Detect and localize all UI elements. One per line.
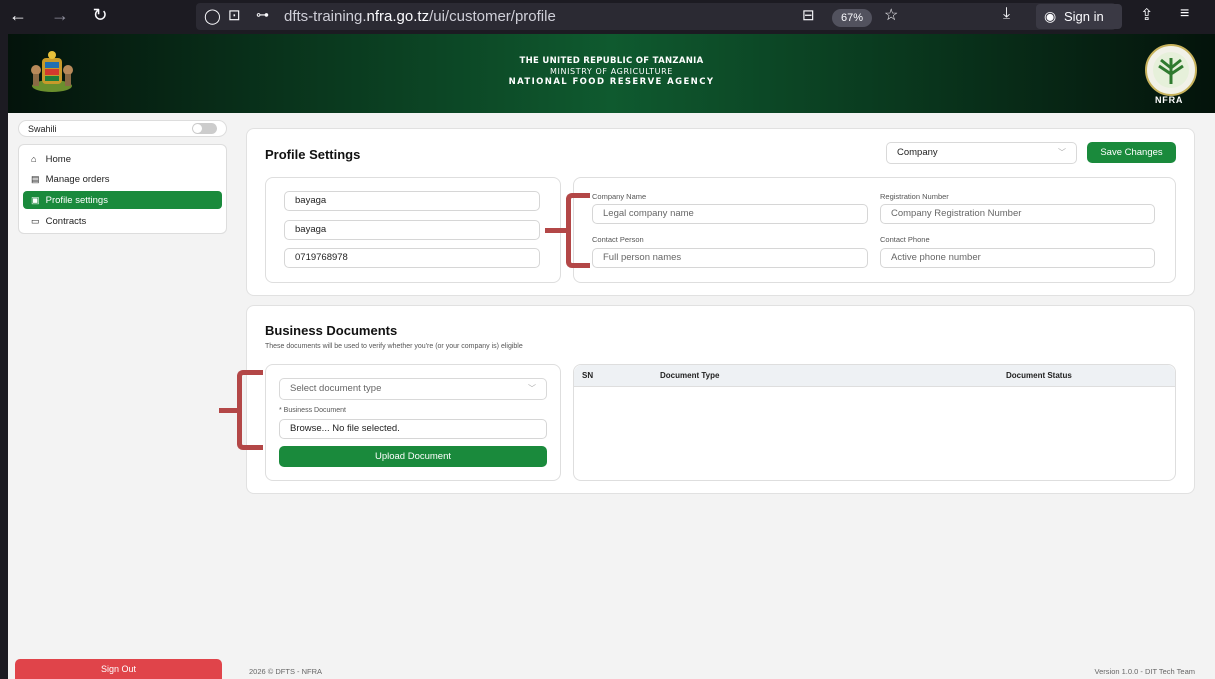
column-document-type: Document Type xyxy=(660,371,720,380)
save-changes-button[interactable]: Save Changes xyxy=(1087,142,1176,163)
column-sn: SN xyxy=(582,371,594,380)
chevron-down-icon: ﹀ xyxy=(1058,148,1066,157)
app-header: THE UNITED REPUBLIC OF TANZANIA MINISTRY… xyxy=(8,34,1215,113)
page-title: Profile Settings xyxy=(265,147,361,162)
upload-panel: Select document type ﹀ * Business Docume… xyxy=(265,364,561,481)
sidebar-item-label: Home xyxy=(45,154,71,165)
registration-number-field[interactable]: Company Registration Number xyxy=(880,204,1155,224)
reader-view-icon[interactable]: ⊟ xyxy=(802,6,815,24)
registration-number-label: Registration Number xyxy=(880,192,949,201)
profile-settings-card: Profile Settings Company ﹀ Save Changes … xyxy=(246,128,1195,296)
sidebar-item-manage-orders[interactable]: ▤ Manage orders xyxy=(23,170,222,188)
column-document-status: Document Status xyxy=(1006,371,1072,380)
personal-info-panel: bayaga bayaga 0719768978 xyxy=(265,177,561,283)
zoom-badge[interactable]: 67% xyxy=(832,9,872,27)
documents-table: SN Document Type Document Status xyxy=(573,364,1176,481)
home-icon: ⌂ xyxy=(31,154,37,164)
company-info-panel: Company Name Legal company name Registra… xyxy=(573,177,1176,283)
table-header: SN Document Type Document Status xyxy=(574,365,1175,387)
shield-icon[interactable]: ◯ xyxy=(204,7,221,25)
language-toggle[interactable]: Swahili xyxy=(18,120,227,137)
company-name-label: Company Name xyxy=(592,192,647,201)
account-type-value: Company xyxy=(897,147,938,158)
download-icon[interactable]: ⤓ xyxy=(1003,5,1010,23)
forward-arrow-icon[interactable]: → xyxy=(50,5,70,26)
last-name-field[interactable]: bayaga xyxy=(284,220,540,240)
file-input[interactable]: Browse... No file selected. xyxy=(279,419,547,439)
business-document-label: * Business Document xyxy=(279,407,346,414)
sign-in-button[interactable]: ◉ Sign in xyxy=(1036,4,1122,29)
sidebar-nav: ⌂ Home ▤ Manage orders ▣ Profile setting… xyxy=(18,144,227,234)
annotation-bracket-tick xyxy=(545,228,567,233)
browser-toolbar: ← → ↻ ◯ ⊡ ⊶ dfts-training.nfra.go.tz/ui/… xyxy=(0,0,1215,34)
lock-icon[interactable]: ⊡ xyxy=(228,6,241,24)
permissions-icon[interactable]: ⊶ xyxy=(256,7,269,23)
section-title: Business Documents xyxy=(265,323,398,338)
ministry-name: MINISTRY OF AGRICULTURE xyxy=(550,67,673,76)
account-type-select[interactable]: Company ﹀ xyxy=(886,142,1077,164)
sign-out-button[interactable]: Sign Out xyxy=(15,659,222,679)
contact-phone-field[interactable]: Active phone number xyxy=(880,248,1155,268)
nfra-logo-label: NFRA xyxy=(1155,95,1184,105)
sidebar-item-contracts[interactable]: ▭ Contracts xyxy=(23,212,222,230)
country-name: THE UNITED REPUBLIC OF TANZANIA xyxy=(519,56,704,66)
menu-icon[interactable]: ≡ xyxy=(1180,5,1189,23)
phone-field[interactable]: 0719768978 xyxy=(284,248,540,268)
agency-name: NATIONAL FOOD RESERVE AGENCY xyxy=(508,77,715,87)
business-documents-card: Business Documents These documents will … xyxy=(246,305,1195,494)
window-edge xyxy=(0,34,8,679)
upload-document-button[interactable]: Upload Document xyxy=(279,446,547,467)
sidebar-item-label: Manage orders xyxy=(45,174,110,185)
sidebar-item-profile-settings[interactable]: ▣ Profile settings xyxy=(23,191,222,209)
contact-phone-label: Contact Phone xyxy=(880,235,930,244)
account-icon: ◉ xyxy=(1044,8,1057,24)
footer-copyright: 2026 © DFTS - NFRA xyxy=(249,667,323,676)
profile-icon: ▣ xyxy=(31,195,40,205)
reload-icon[interactable]: ↻ xyxy=(90,5,110,26)
orders-icon: ▤ xyxy=(31,174,40,184)
agency-title: THE UNITED REPUBLIC OF TANZANIA MINISTRY… xyxy=(8,56,1215,87)
company-name-field[interactable]: Legal company name xyxy=(592,204,868,224)
language-label: Swahili xyxy=(28,124,57,134)
first-name-field[interactable]: bayaga xyxy=(284,191,540,211)
section-subtitle: These documents will be used to verify w… xyxy=(265,343,523,350)
sign-in-label: Sign in xyxy=(1064,9,1104,24)
sidebar-item-label: Contracts xyxy=(45,216,87,227)
sidebar-item-label: Profile settings xyxy=(45,195,108,206)
url-text[interactable]: dfts-training.nfra.go.tz/ui/customer/pro… xyxy=(284,8,556,25)
footer-version: Version 1.0.0 - DIT Tech Team xyxy=(1094,667,1195,676)
bookmark-star-icon[interactable]: ☆ xyxy=(884,5,898,25)
annotation-bracket xyxy=(566,193,590,268)
contracts-icon: ▭ xyxy=(31,216,40,226)
contact-person-label: Contact Person xyxy=(592,235,644,244)
document-type-placeholder: Select document type xyxy=(290,383,382,394)
share-icon[interactable]: ⇪ xyxy=(1140,5,1153,25)
document-type-select[interactable]: Select document type ﹀ xyxy=(279,378,547,400)
annotation-bracket-tick xyxy=(219,408,241,413)
address-bar[interactable]: ◯ ⊡ ⊶ dfts-training.nfra.go.tz/ui/custom… xyxy=(196,3,1116,30)
contact-person-field[interactable]: Full person names xyxy=(592,248,868,268)
back-arrow-icon[interactable]: ← xyxy=(8,5,28,26)
sidebar-item-home[interactable]: ⌂ Home xyxy=(23,150,222,168)
chevron-down-icon: ﹀ xyxy=(528,384,536,393)
language-switch[interactable] xyxy=(192,123,217,134)
